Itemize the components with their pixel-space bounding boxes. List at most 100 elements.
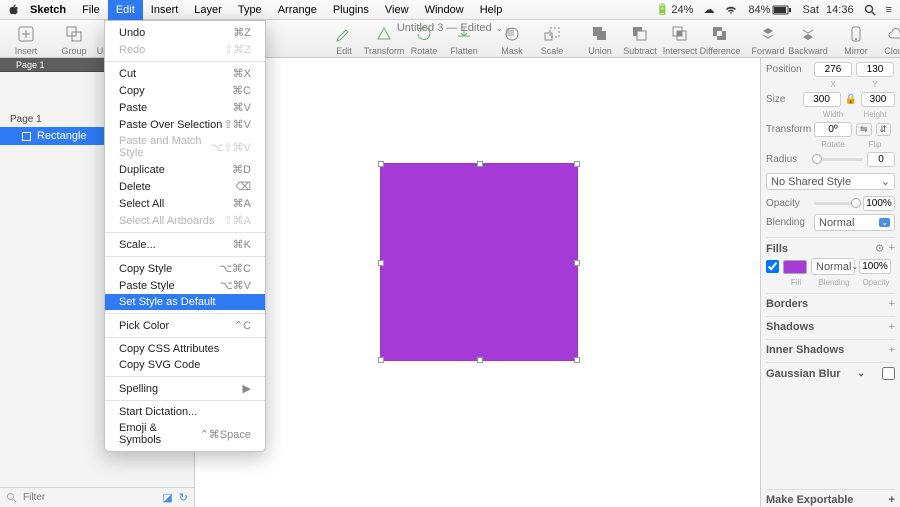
radius-input[interactable] xyxy=(867,152,895,167)
handle-sw[interactable] xyxy=(378,357,384,363)
blending-select[interactable]: Normal⌄ xyxy=(814,214,895,231)
apple-icon[interactable] xyxy=(8,4,22,16)
inner-shadows-section[interactable]: Inner Shadows+ xyxy=(766,339,895,356)
filter-input[interactable] xyxy=(23,492,156,503)
rectangle-icon xyxy=(22,132,31,141)
spotlight-icon[interactable] xyxy=(864,4,876,16)
menubar-status: 🔋24% ☁ 84% Sat 14:36 ≡ xyxy=(656,3,892,16)
fill-blend-select[interactable]: Normal⌄ xyxy=(811,258,855,275)
handle-w[interactable] xyxy=(378,260,384,266)
mirror-button[interactable]: Mirror xyxy=(836,22,876,56)
menu-help[interactable]: Help xyxy=(472,0,511,20)
menu-extra-icon[interactable]: ≡ xyxy=(886,4,892,16)
pos-y-input[interactable] xyxy=(856,62,894,77)
menu-arrange[interactable]: Arrange xyxy=(270,0,325,20)
height-input[interactable] xyxy=(861,92,895,107)
menu-item-spelling[interactable]: Spelling▶ xyxy=(105,380,265,397)
pos-x-input[interactable] xyxy=(814,62,852,77)
shared-style-select[interactable]: No Shared Style⌄ xyxy=(766,173,895,190)
x-sublabel: X xyxy=(814,80,852,89)
filter-icon1[interactable]: ◪ xyxy=(162,491,172,504)
flip-v-button[interactable]: ⇵ xyxy=(876,123,892,136)
menu-item-copy-style[interactable]: Copy Style⌥⌘C xyxy=(105,260,265,277)
menu-item-paste-over-selection[interactable]: Paste Over Selection⇧⌘V xyxy=(105,116,265,133)
intersect-button[interactable]: Intersect xyxy=(660,22,700,56)
menu-item-undo[interactable]: Undo⌘Z xyxy=(105,24,265,41)
fills-settings-icon[interactable]: ⚙ xyxy=(875,242,885,255)
document-title[interactable]: Untitled 3 — Edited⌄ xyxy=(397,22,503,34)
difference-button[interactable]: Difference xyxy=(700,22,740,56)
opacity-input[interactable] xyxy=(863,196,895,211)
menu-file[interactable]: File xyxy=(74,0,108,20)
menu-item-select-all-artboards: Select All Artboards⇧⌘A xyxy=(105,212,265,229)
menu-item-scale-[interactable]: Scale...⌘K xyxy=(105,236,265,253)
menu-item-copy-css-attributes[interactable]: Copy CSS Attributes xyxy=(105,341,265,357)
menu-item-select-all[interactable]: Select All⌘A xyxy=(105,195,265,212)
opacity-slider[interactable] xyxy=(814,202,859,205)
menu-plugins[interactable]: Plugins xyxy=(325,0,377,20)
menu-item-start-dictation-[interactable]: Start Dictation... xyxy=(105,404,265,420)
handle-ne[interactable] xyxy=(574,161,580,167)
borders-add-icon[interactable]: + xyxy=(889,298,895,310)
menu-view[interactable]: View xyxy=(377,0,417,20)
menu-item-pick-color[interactable]: Pick Color⌃C xyxy=(105,317,265,334)
scale-button[interactable]: Scale xyxy=(532,22,572,56)
fills-add-icon[interactable]: + xyxy=(889,242,895,255)
battery1-icon: 🔋24% xyxy=(656,3,694,16)
menu-item-delete[interactable]: Delete⌫ xyxy=(105,178,265,195)
handle-nw[interactable] xyxy=(378,161,384,167)
menu-item-cut[interactable]: Cut⌘X xyxy=(105,65,265,82)
group-button[interactable]: Group xyxy=(54,22,94,56)
insert-button[interactable]: Insert xyxy=(6,22,46,56)
chevron-down-icon: ⌄ xyxy=(496,23,504,34)
subtract-button[interactable]: Subtract xyxy=(620,22,660,56)
inner-add-icon[interactable]: + xyxy=(889,344,895,356)
fill-enabled-checkbox[interactable] xyxy=(766,260,779,273)
width-input[interactable] xyxy=(803,92,841,107)
export-add-icon[interactable]: + xyxy=(889,494,895,506)
menu-item-copy-svg-code[interactable]: Copy SVG Code xyxy=(105,357,265,373)
menu-item-copy[interactable]: Copy⌘C xyxy=(105,82,265,99)
menu-window[interactable]: Window xyxy=(417,0,472,20)
y-sublabel: Y xyxy=(856,80,894,89)
fill-swatch[interactable] xyxy=(783,260,807,274)
handle-n[interactable] xyxy=(477,161,483,167)
blur-checkbox[interactable] xyxy=(882,367,895,380)
shadows-section[interactable]: Shadows+ xyxy=(766,316,895,333)
make-exportable-button[interactable]: Make Exportable+ xyxy=(766,489,895,506)
rotate-input[interactable] xyxy=(814,122,852,137)
borders-section[interactable]: Borders+ xyxy=(766,293,895,310)
cloud-button[interactable]: Cloud xyxy=(876,22,900,56)
lock-icon[interactable]: 🔒 xyxy=(845,94,857,105)
rotate-sublabel: Rotate xyxy=(814,140,852,149)
menu-app[interactable]: Sketch xyxy=(22,0,74,20)
edit-button[interactable]: Edit xyxy=(324,22,364,56)
flip-h-button[interactable]: ⇋ xyxy=(856,123,872,136)
handle-e[interactable] xyxy=(574,260,580,266)
cloud-icon: ☁ xyxy=(703,3,714,16)
shadows-add-icon[interactable]: + xyxy=(889,321,895,333)
menu-edit[interactable]: Edit xyxy=(108,0,143,20)
fill-opacity-input[interactable] xyxy=(859,259,891,274)
menu-layer[interactable]: Layer xyxy=(186,0,230,20)
menu-type[interactable]: Type xyxy=(230,0,270,20)
handle-s[interactable] xyxy=(477,357,483,363)
filter-icon2[interactable]: ↻ xyxy=(179,491,188,504)
selected-rectangle[interactable] xyxy=(380,163,578,361)
height-sublabel: Height xyxy=(856,110,894,119)
radius-slider[interactable] xyxy=(814,158,863,161)
menu-item-duplicate[interactable]: Duplicate⌘D xyxy=(105,161,265,178)
menu-item-paste-style[interactable]: Paste Style⌥⌘V xyxy=(105,277,265,294)
menu-item-emoji-symbols[interactable]: Emoji & Symbols⌃⌘Space xyxy=(105,420,265,448)
menu-item-paste[interactable]: Paste⌘V xyxy=(105,99,265,116)
backward-button[interactable]: Backward xyxy=(788,22,828,56)
blur-section[interactable]: Gaussian Blur⌄ xyxy=(766,362,895,380)
chevron-down-icon: ⌄ xyxy=(881,175,890,188)
menu-item-set-style-as-default[interactable]: Set Style as Default xyxy=(105,294,265,310)
clock: Sat 14:36 xyxy=(802,4,853,16)
union-button[interactable]: Union xyxy=(580,22,620,56)
handle-se[interactable] xyxy=(574,357,580,363)
canvas[interactable] xyxy=(195,58,760,507)
forward-button[interactable]: Forward xyxy=(748,22,788,56)
menu-insert[interactable]: Insert xyxy=(143,0,187,20)
